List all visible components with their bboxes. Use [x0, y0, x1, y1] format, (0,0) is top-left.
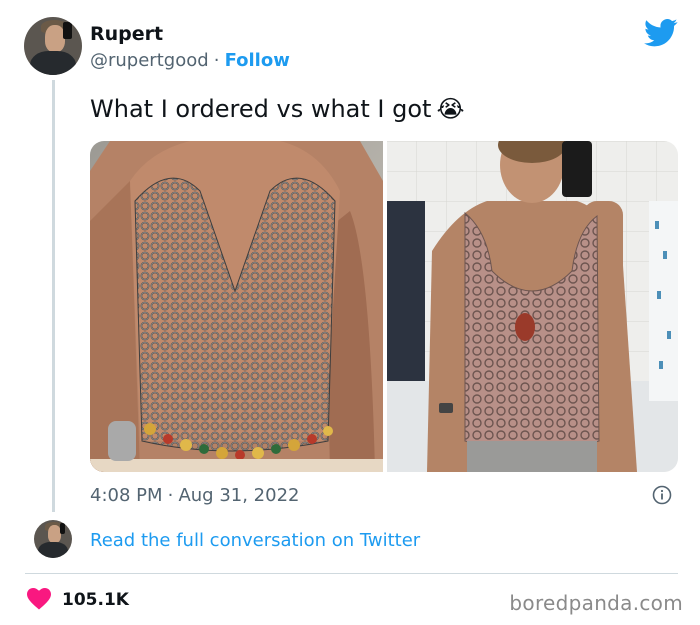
info-icon[interactable] [652, 485, 672, 505]
author-avatar[interactable] [24, 17, 82, 75]
author-handle-line: @rupertgood · Follow [90, 50, 290, 71]
divider [25, 573, 678, 574]
read-full-conversation-link[interactable]: Read the full conversation on Twitter [90, 530, 420, 551]
source-credit: boredpanda.com [509, 591, 683, 615]
author-handle[interactable]: @rupertgood [90, 50, 209, 71]
follow-button[interactable]: Follow [225, 50, 290, 71]
handle-separator: · [213, 50, 220, 71]
tweet-photo-got[interactable] [387, 141, 678, 472]
twitter-bird-icon[interactable] [644, 18, 678, 48]
heart-icon[interactable] [27, 588, 51, 610]
like-count: 105.1K [62, 590, 129, 610]
thread-line [52, 80, 55, 512]
timestamp-separator: · [167, 485, 174, 506]
crying-face-emoji: 😭 [436, 95, 465, 123]
author-name[interactable]: Rupert [90, 23, 163, 45]
reply-avatar[interactable] [34, 520, 72, 558]
tweet-date: Aug 31, 2022 [178, 485, 300, 506]
tweet-time: 4:08 PM [90, 485, 163, 506]
tweet-text: What I ordered vs what I got [90, 95, 432, 123]
tweet-timestamp[interactable]: 4:08 PM · Aug 31, 2022 [90, 485, 299, 506]
tweet-text-line: What I ordered vs what I got 😭 [90, 95, 465, 123]
tweet-photo-ordered[interactable] [90, 141, 383, 472]
